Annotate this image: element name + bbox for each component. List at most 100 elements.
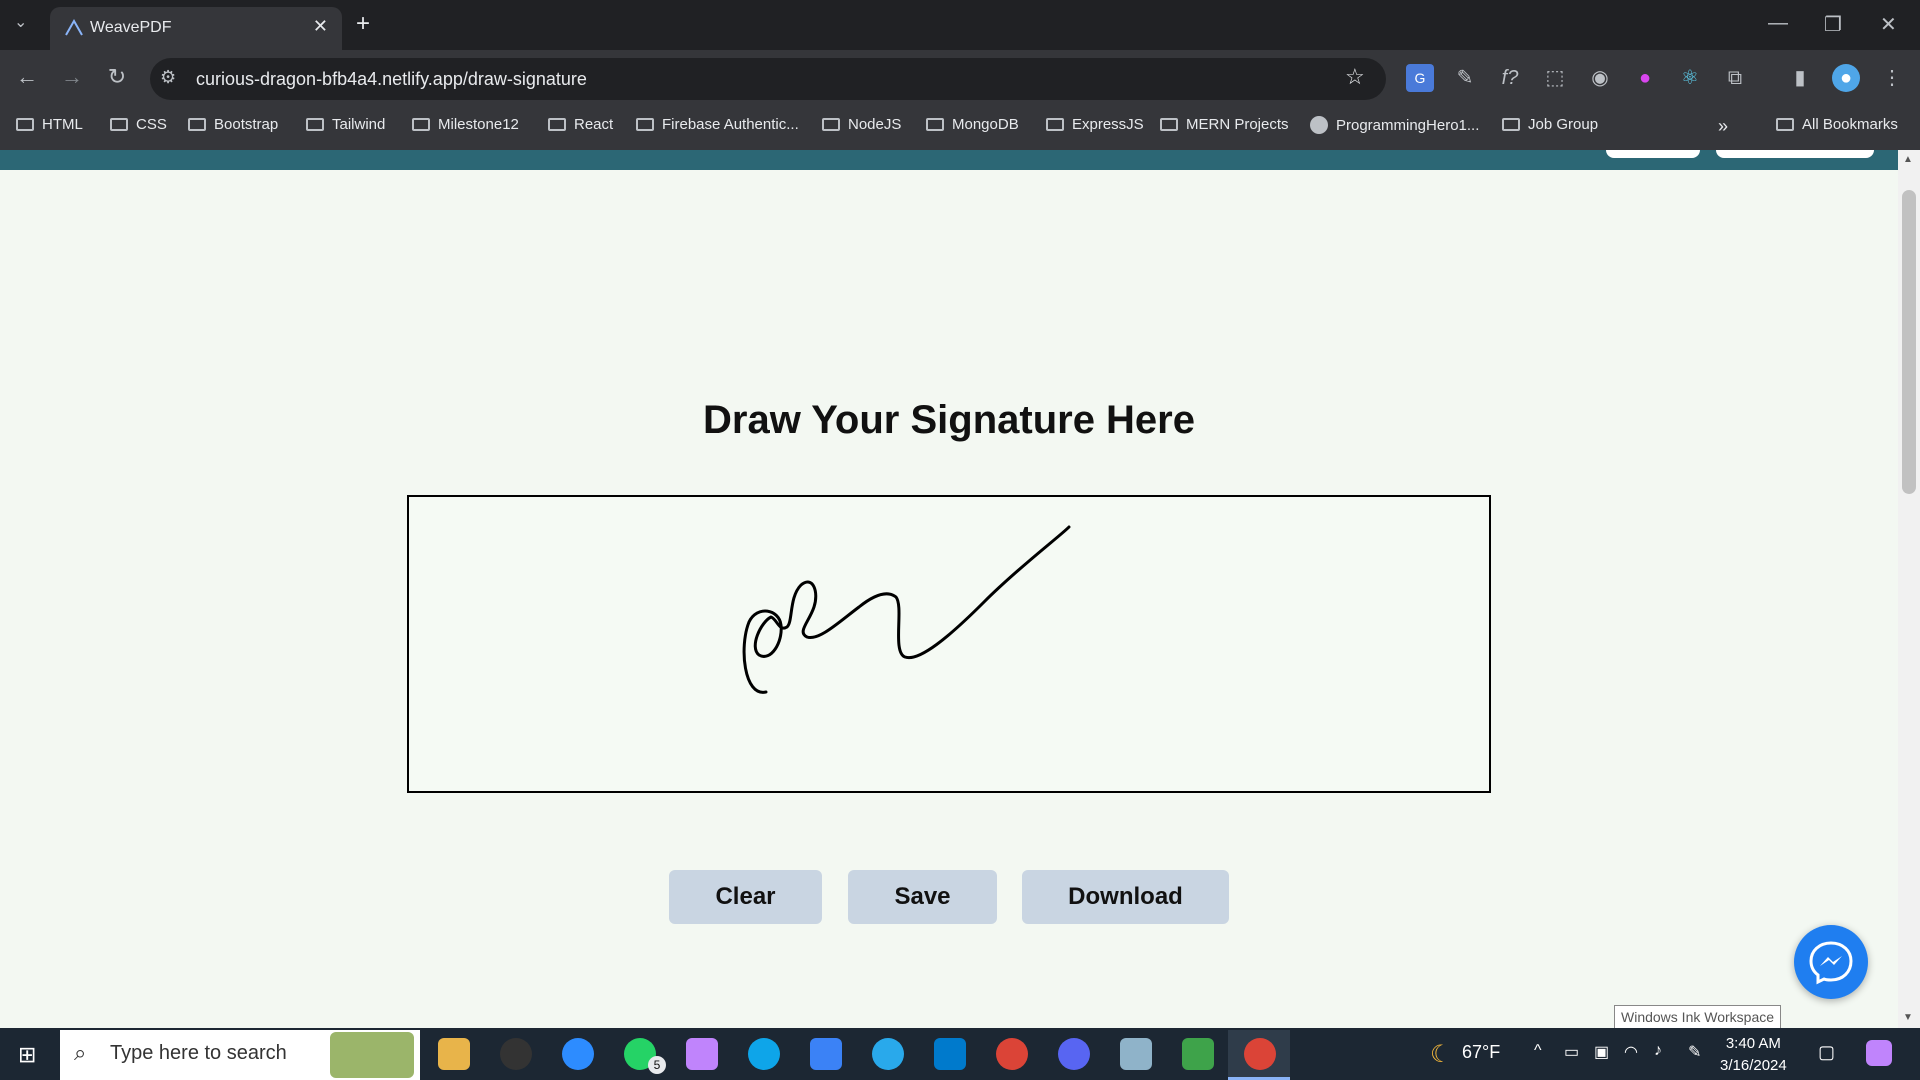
messenger-chat-button[interactable] <box>1794 925 1868 999</box>
extension-purple-icon[interactable]: ● <box>1631 64 1659 92</box>
obs-icon[interactable] <box>500 1038 532 1070</box>
all-bookmarks[interactable]: All Bookmarks <box>1776 116 1898 133</box>
folder-icon <box>822 118 840 131</box>
bookmark-css[interactable]: CSS <box>110 116 167 133</box>
restore-icon[interactable]: ❐ <box>1824 12 1842 37</box>
signature-stroke <box>742 525 1071 694</box>
close-window-icon[interactable]: ✕ <box>1880 12 1897 37</box>
tray-chevron-icon[interactable]: ^ <box>1534 1042 1542 1060</box>
messenger-icon <box>1809 941 1853 985</box>
edge-icon[interactable] <box>748 1038 780 1070</box>
bookmark-expressjs[interactable]: ExpressJS <box>1046 116 1144 133</box>
chrome-icon[interactable] <box>996 1038 1028 1070</box>
bookmark-star-icon[interactable]: ☆ <box>1345 64 1365 90</box>
folder-icon <box>636 118 654 131</box>
mail-icon[interactable] <box>810 1038 842 1070</box>
download-button[interactable]: Download <box>1022 870 1229 924</box>
bookmark-html[interactable]: HTML <box>16 116 83 133</box>
scroll-down-icon[interactable]: ▼ <box>1903 1012 1913 1023</box>
screenshot-area-icon[interactable]: ⬚ <box>1541 64 1569 92</box>
scrollbar-thumb[interactable] <box>1902 190 1916 494</box>
moon-weather-icon: ☾ <box>1430 1041 1452 1068</box>
forward-icon[interactable]: → <box>57 64 87 90</box>
signature-canvas[interactable] <box>407 495 1491 793</box>
header-button[interactable] <box>1606 150 1700 158</box>
github-icon <box>1310 116 1328 134</box>
bookmark-job-group[interactable]: Job Group <box>1502 116 1598 133</box>
app-diamond-icon[interactable] <box>686 1038 718 1070</box>
folder-icon <box>926 118 944 131</box>
folder-icon <box>306 118 324 131</box>
app-cube-icon[interactable] <box>1120 1038 1152 1070</box>
meet-now-icon[interactable]: ▣ <box>1594 1042 1609 1062</box>
folder-icon <box>548 118 566 131</box>
weavepdf-favicon <box>65 19 83 36</box>
folder-icon <box>1046 118 1064 131</box>
copilot-icon[interactable] <box>1866 1040 1892 1066</box>
taskbar-search-placeholder: Type here to search <box>110 1042 287 1064</box>
bookmark-mongodb[interactable]: MongoDB <box>926 116 1019 133</box>
site-info-icon[interactable]: ⚙ <box>160 67 176 88</box>
folder-icon <box>188 118 206 131</box>
page-title: Draw Your Signature Here <box>703 398 1195 442</box>
taskbar-clock[interactable]: 3:40 AM 3/16/2024 <box>1720 1033 1787 1077</box>
folder-icon <box>1160 118 1178 131</box>
react-devtools-icon[interactable]: ⚛ <box>1676 64 1704 92</box>
save-button[interactable]: Save <box>848 870 997 924</box>
vscode-icon[interactable] <box>934 1038 966 1070</box>
tab-search-icon[interactable]: ⌄ <box>14 12 27 32</box>
nodejs-icon[interactable] <box>1182 1038 1214 1070</box>
file-explorer-icon[interactable] <box>438 1038 470 1070</box>
bookmark-tailwind[interactable]: Tailwind <box>306 116 385 133</box>
clock-date: 3/16/2024 <box>1720 1057 1787 1074</box>
font-identifier-icon[interactable]: f? <box>1496 64 1524 92</box>
volume-icon[interactable]: ♪ <box>1654 1042 1662 1060</box>
reload-icon[interactable]: ↻ <box>102 64 132 90</box>
new-tab-icon[interactable]: + <box>356 10 370 38</box>
wifi-icon[interactable]: ◠ <box>1624 1042 1638 1062</box>
menu-kebab-icon[interactable]: ⋮ <box>1878 64 1906 92</box>
side-panel-icon[interactable]: ▮ <box>1786 64 1814 92</box>
bookmark-mern-projects[interactable]: MERN Projects <box>1160 116 1289 133</box>
tab-title: WeavePDF <box>90 19 172 36</box>
zoom-icon[interactable] <box>562 1038 594 1070</box>
browser-tab[interactable]: WeavePDF ✕ <box>50 7 342 50</box>
header-button[interactable] <box>1716 150 1874 158</box>
windows-start-icon[interactable]: ⊞ <box>18 1042 36 1068</box>
camera-icon[interactable]: ◉ <box>1586 64 1614 92</box>
folder-icon <box>1502 118 1520 131</box>
clear-button[interactable]: Clear <box>669 870 822 924</box>
discord-icon[interactable] <box>1058 1038 1090 1070</box>
bookmark-react[interactable]: React <box>548 116 613 133</box>
folder-icon <box>1776 118 1794 131</box>
eyedropper-icon[interactable]: ✎ <box>1451 64 1479 92</box>
clock-time: 3:40 AM <box>1725 1035 1781 1052</box>
notifications-icon[interactable]: ▢ <box>1818 1042 1835 1063</box>
chrome-profile-icon[interactable] <box>1244 1038 1276 1070</box>
telegram-icon[interactable] <box>872 1038 904 1070</box>
extensions-puzzle-icon[interactable]: ⧉ <box>1721 64 1749 92</box>
back-icon[interactable]: ← <box>12 64 42 90</box>
bookmark-milestone12[interactable]: Milestone12 <box>412 116 519 133</box>
translate-icon[interactable]: G <box>1406 64 1434 92</box>
folder-icon <box>16 118 34 131</box>
search-highlight-image <box>330 1032 414 1078</box>
profile-avatar-icon[interactable]: ● <box>1832 64 1860 92</box>
folder-icon <box>110 118 128 131</box>
scroll-up-icon[interactable]: ▲ <box>1903 154 1913 165</box>
windows-ink-icon[interactable]: ✎ <box>1688 1042 1701 1062</box>
bookmark-firebase[interactable]: Firebase Authentic... <box>636 116 799 133</box>
bookmark-bootstrap[interactable]: Bootstrap <box>188 116 278 133</box>
windows-ink-tooltip: Windows Ink Workspace <box>1614 1005 1782 1029</box>
url-text[interactable]: curious-dragon-bfb4a4.netlify.app/draw-s… <box>196 69 587 90</box>
bookmarks-overflow-icon[interactable]: » <box>1718 116 1728 137</box>
weather-temperature[interactable]: 67°F <box>1462 1042 1500 1063</box>
minimize-icon[interactable]: — <box>1768 12 1788 35</box>
whatsapp-badge: 5 <box>648 1056 666 1074</box>
bookmark-programminghero[interactable]: ProgrammingHero1... <box>1310 116 1479 134</box>
search-icon: ⌕ <box>74 1040 87 1065</box>
bookmark-nodejs[interactable]: NodeJS <box>822 116 901 133</box>
battery-icon[interactable]: ▭ <box>1564 1042 1579 1062</box>
tab-close-icon[interactable]: ✕ <box>313 16 328 37</box>
folder-icon <box>412 118 430 131</box>
